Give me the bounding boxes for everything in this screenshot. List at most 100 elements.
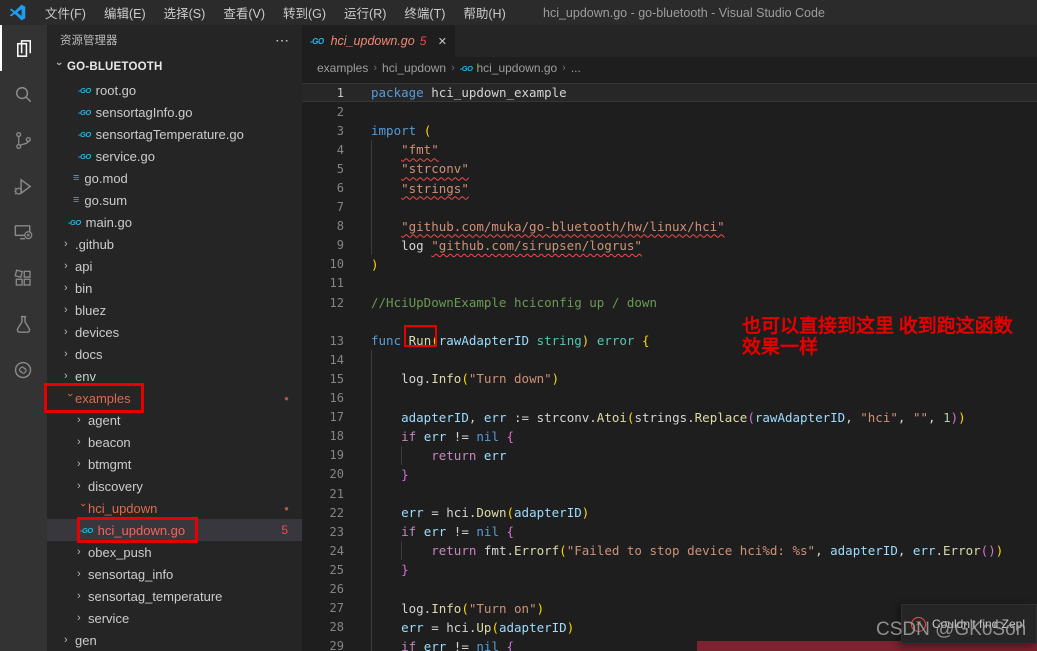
code-line-20[interactable]: 20 } bbox=[302, 465, 1037, 484]
search-icon[interactable] bbox=[0, 71, 47, 117]
code-line-4[interactable]: 4 "fmt" bbox=[302, 140, 1037, 159]
tree-item-root.go[interactable]: -GO root.go bbox=[47, 79, 302, 101]
code-line-18[interactable]: 18 if err != nil { bbox=[302, 427, 1037, 446]
tree-item-agent[interactable]: › agent bbox=[47, 409, 302, 431]
tree-item-label: agent bbox=[88, 412, 121, 428]
modified-dot-icon: ● bbox=[284, 393, 289, 403]
run-debug-icon[interactable] bbox=[0, 163, 47, 209]
code-text: if err != nil { bbox=[401, 428, 515, 444]
code-line-8[interactable]: 8 "github.com/muka/go-bluetooth/hw/linux… bbox=[302, 217, 1037, 236]
tree-item-beacon[interactable]: › beacon bbox=[47, 431, 302, 453]
tree-item-label: env bbox=[75, 368, 96, 384]
code-text: log.Info("Turn on") bbox=[371, 600, 545, 616]
title-bar: 文件(F) 编辑(E) 选择(S) 查看(V) 转到(G) 运行(R) 终端(T) 帮助(H)… bbox=[0, 0, 1037, 25]
code-line-2[interactable]: 2 bbox=[302, 102, 1037, 121]
line-number: 11 bbox=[329, 276, 344, 291]
tree-item-.github[interactable]: › .github bbox=[47, 233, 302, 255]
tree-item-devices[interactable]: › devices bbox=[47, 321, 302, 343]
menu-e[interactable]: 编辑(E) bbox=[95, 3, 155, 22]
tree-item-bluez[interactable]: › bluez bbox=[47, 299, 302, 321]
line-number: 22 bbox=[329, 505, 344, 520]
tree-item-go.mod[interactable]: ≡ go.mod bbox=[47, 167, 302, 189]
code-line-21[interactable]: 21 bbox=[302, 484, 1037, 503]
code-line-15[interactable]: 15 log.Info("Turn down") bbox=[302, 369, 1037, 388]
tree-item-label: btmgmt bbox=[88, 456, 132, 472]
tree-item-label: sensortagInfo.go bbox=[95, 104, 193, 120]
file-tree: -GO root.go -GO sensortagInfo.go -GO sensorta… bbox=[47, 79, 302, 651]
code-line-17[interactable]: 17 adapterID, err := strconv.Atoi(string… bbox=[302, 408, 1037, 427]
extensions-icon[interactable] bbox=[0, 255, 47, 301]
tree-item-main.go[interactable]: -GO main.go bbox=[47, 211, 302, 233]
code-line-26[interactable]: 26 bbox=[302, 579, 1037, 598]
chevron-right-icon: › bbox=[77, 567, 81, 580]
tree-item-examples[interactable]: › examples ● bbox=[47, 387, 302, 409]
tree-item-obex_push[interactable]: › obex_push bbox=[47, 541, 302, 563]
menu-t[interactable]: 终端(T) bbox=[395, 3, 454, 22]
code-line-16[interactable]: 16 bbox=[302, 389, 1037, 408]
tree-item-label: hci_updown bbox=[88, 500, 158, 516]
vscode-window: 文件(F) 编辑(E) 选择(S) 查看(V) 转到(G) 运行(R) 终端(T) 帮助(H)… bbox=[0, 0, 1037, 651]
tree-item-discovery[interactable]: › discovery bbox=[47, 475, 302, 497]
tree-item-bin[interactable]: › bin bbox=[47, 277, 302, 299]
tree-item-label: service bbox=[88, 610, 130, 626]
tree-item-go.sum[interactable]: ≡ go.sum bbox=[47, 189, 302, 211]
tree-item-docs[interactable]: › docs bbox=[47, 343, 302, 365]
code-line-24[interactable]: 24 return fmt.Errorf("Failed to stop dev… bbox=[302, 541, 1037, 560]
tree-item-api[interactable]: › api bbox=[47, 255, 302, 277]
explorer-actions-icon[interactable]: ⋯ bbox=[275, 32, 290, 49]
menu-g[interactable]: 转到(G) bbox=[274, 3, 335, 22]
breadcrumb-item-hci_updown.go[interactable]: hci_updown.go bbox=[476, 61, 557, 75]
tree-item-gen[interactable]: › gen bbox=[47, 629, 302, 651]
tree-item-sensortagInfo.go[interactable]: -GO sensortagInfo.go bbox=[47, 101, 302, 123]
csdn-watermark: CSDN @GKoSon bbox=[876, 619, 1027, 640]
tree-item-hci_updown.go[interactable]: -GO hci_updown.go 5 bbox=[47, 519, 302, 541]
line-number: 16 bbox=[329, 391, 344, 406]
menu-v[interactable]: 查看(V) bbox=[214, 3, 274, 22]
breadcrumb-item-...[interactable]: ... bbox=[571, 61, 581, 75]
tree-item-sensortag_temperature[interactable]: › sensortag_temperature bbox=[47, 585, 302, 607]
line-number: 24 bbox=[329, 543, 344, 558]
go-file-icon: -GO bbox=[78, 107, 91, 117]
code-text: if err != nil { bbox=[401, 638, 515, 651]
code-line-25[interactable]: 25 } bbox=[302, 560, 1037, 579]
breadcrumb-item-hci_updown[interactable]: hci_updown bbox=[382, 61, 446, 75]
tab-hci-updown[interactable]: -GO hci_updown.go 5 ✕ bbox=[302, 25, 455, 57]
line-number: 12 bbox=[329, 295, 344, 310]
tree-item-service.go[interactable]: -GO service.go bbox=[47, 145, 302, 167]
code-line-1[interactable]: 1 package hci_updown_example bbox=[302, 83, 1037, 103]
close-icon[interactable]: ✕ bbox=[438, 35, 447, 48]
code-line-9[interactable]: 9 log "github.com/sirupsen/logrus" bbox=[302, 236, 1037, 255]
code-line-3[interactable]: 3 import ( bbox=[302, 121, 1037, 140]
tree-item-label: obex_push bbox=[88, 544, 152, 560]
remote-explorer-icon[interactable] bbox=[0, 209, 47, 255]
code-line-11[interactable]: 11 bbox=[302, 274, 1037, 293]
tree-item-service[interactable]: › service bbox=[47, 607, 302, 629]
workspace-root[interactable]: › GO-BLUETOOTH bbox=[47, 55, 302, 79]
code-line-22[interactable]: 22 err = hci.Down(adapterID) bbox=[302, 503, 1037, 522]
tree-item-btmgmt[interactable]: › btmgmt bbox=[47, 453, 302, 475]
code-editor[interactable]: 1 package hci_updown_example 2 3 import (4 "… bbox=[302, 79, 1037, 651]
code-line-7[interactable]: 7 bbox=[302, 198, 1037, 217]
menu-r[interactable]: 运行(R) bbox=[335, 3, 395, 22]
menu-f[interactable]: 文件(F) bbox=[36, 3, 95, 22]
tree-item-sensortagTemperature.go[interactable]: -GO sensortagTemperature.go bbox=[47, 123, 302, 145]
tree-item-env[interactable]: › env bbox=[47, 365, 302, 387]
code-line-19[interactable]: 19 return err bbox=[302, 446, 1037, 465]
tree-item-label: bin bbox=[75, 280, 93, 296]
link-extension-icon[interactable] bbox=[0, 347, 47, 393]
code-line-10[interactable]: 10) bbox=[302, 255, 1037, 274]
testing-icon[interactable] bbox=[0, 301, 47, 347]
menu-h[interactable]: 帮助(H) bbox=[454, 3, 514, 22]
source-control-icon[interactable] bbox=[0, 117, 47, 163]
go-file-icon: -GO bbox=[78, 151, 91, 161]
code-line-23[interactable]: 23 if err != nil { bbox=[302, 522, 1037, 541]
breadcrumb-item-examples[interactable]: examples bbox=[317, 61, 368, 75]
code-line-12[interactable]: 12 //HciUpDownExample hciconfig up / down bbox=[302, 293, 1037, 312]
explorer-icon[interactable] bbox=[0, 25, 47, 71]
code-line-6[interactable]: 6 "strings" bbox=[302, 178, 1037, 197]
code-line-5[interactable]: 5 "strconv" bbox=[302, 159, 1037, 178]
tree-item-hci_updown[interactable]: › hci_updown ● bbox=[47, 497, 302, 519]
tree-item-sensortag_info[interactable]: › sensortag_info bbox=[47, 563, 302, 585]
vscode-logo-icon[interactable] bbox=[9, 4, 26, 21]
menu-s[interactable]: 选择(S) bbox=[155, 3, 215, 22]
